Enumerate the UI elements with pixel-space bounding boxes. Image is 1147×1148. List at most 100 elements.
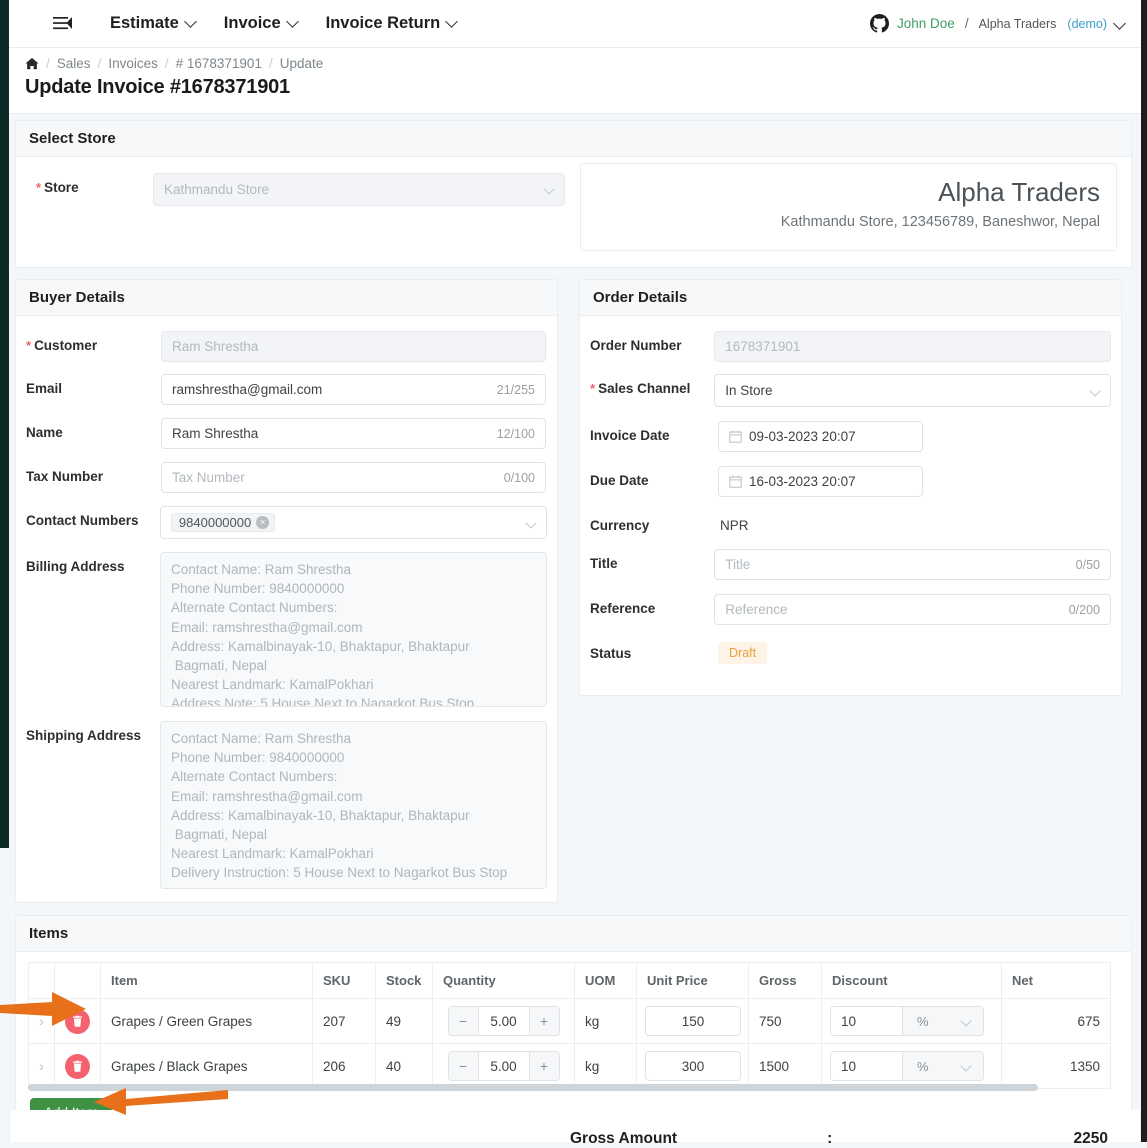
unit-price-input[interactable]: 150: [645, 1006, 741, 1036]
billing-address-textarea[interactable]: [159, 552, 547, 707]
reference-field[interactable]: Reference 0/200: [714, 594, 1111, 625]
breadcrumb-item-invoice-number[interactable]: # 1678371901: [176, 56, 262, 71]
quantity-increment-button[interactable]: +: [528, 1007, 559, 1035]
due-date-label: Due Date: [590, 473, 649, 488]
nav-item-invoice-return-label: Invoice Return: [325, 14, 441, 32]
status-badge: Draft: [718, 642, 768, 664]
col-delete: [54, 962, 101, 999]
gross-amount-colon: :: [827, 1130, 833, 1147]
quantity-stepper[interactable]: − 5.00 +: [447, 1006, 560, 1036]
tax-number-label: Tax Number: [26, 469, 104, 484]
store-select[interactable]: Kathmandu Store: [153, 173, 565, 206]
row-item-name: Grapes / Green Grapes: [100, 998, 313, 1044]
order-number-value: 1678371901: [725, 339, 801, 354]
tax-number-counter: 0/100: [503, 470, 535, 485]
select-store-header: Select Store: [16, 121, 1131, 157]
customer-value: Ram Shrestha: [172, 339, 259, 354]
page-header: / Sales / Invoices / # 1678371901 / Upda…: [9, 48, 1141, 114]
sales-channel-select[interactable]: In Store: [714, 374, 1111, 407]
col-discount: Discount: [821, 962, 1002, 999]
order-number-field: 1678371901: [714, 331, 1111, 362]
discount-input[interactable]: 10: [831, 1007, 903, 1035]
chevron-right-icon[interactable]: ›: [39, 1013, 44, 1029]
row-uom: kg: [574, 998, 637, 1044]
hamburger-menu-icon[interactable]: [42, 16, 82, 31]
row-stock: 49: [375, 998, 433, 1044]
quantity-increment-button[interactable]: +: [528, 1052, 559, 1080]
quantity-value[interactable]: 5.00: [478, 1052, 529, 1080]
nav-item-estimate-label: Estimate: [110, 14, 179, 32]
contact-number-tag: 9840000000 ×: [170, 513, 276, 532]
discount-group[interactable]: 10 %: [830, 1051, 984, 1081]
quantity-decrement-button[interactable]: −: [448, 1052, 479, 1080]
row-delete-cell[interactable]: [54, 998, 101, 1044]
quantity-stepper[interactable]: − 5.00 +: [447, 1051, 560, 1081]
company-name: Alpha Traders: [938, 177, 1100, 207]
page-scrollbar[interactable]: [1141, 0, 1147, 1142]
chevron-right-icon[interactable]: ›: [39, 1058, 44, 1074]
user-name: John Doe: [897, 16, 955, 31]
billing-address-label: Billing Address: [26, 559, 125, 574]
nav-item-estimate[interactable]: Estimate: [110, 14, 196, 33]
items-table-horizontal-scrollbar[interactable]: [28, 1084, 1038, 1091]
title-field[interactable]: Title 0/50: [714, 549, 1111, 580]
table-row: › Grapes / Green Grapes 207 49 − 5.00 + …: [28, 998, 1111, 1044]
shipping-address-label: Shipping Address: [26, 728, 142, 743]
home-icon[interactable]: [25, 57, 39, 70]
chevron-down-icon: [545, 185, 554, 194]
row-quantity-cell: − 5.00 +: [432, 1043, 575, 1089]
remove-tag-icon[interactable]: ×: [256, 516, 270, 529]
customer-label: * Customer: [26, 338, 98, 353]
discount-group[interactable]: 10 %: [830, 1006, 984, 1036]
discount-input[interactable]: 10: [831, 1052, 903, 1080]
totals-section: Gross Amount : 2250: [9, 1110, 1141, 1147]
chevron-down-icon: [186, 17, 196, 27]
nav-item-invoice-return[interactable]: Invoice Return: [326, 14, 458, 33]
name-counter: 12/100: [496, 426, 535, 441]
name-field[interactable]: Ram Shrestha 12/100: [161, 418, 546, 449]
collapsed-sidebar-rail: [0, 0, 9, 848]
row-quantity-cell: − 5.00 +: [432, 998, 575, 1044]
page-title: Update Invoice #1678371901: [25, 76, 290, 98]
trash-icon[interactable]: [65, 1008, 90, 1034]
breadcrumb-item-invoices[interactable]: Invoices: [108, 56, 158, 71]
nav-item-invoice[interactable]: Invoice: [224, 14, 298, 33]
discount-unit-select[interactable]: %: [903, 1007, 983, 1035]
quantity-value[interactable]: 5.00: [478, 1007, 529, 1035]
invoice-date-field[interactable]: 09-03-2023 20:07: [718, 421, 923, 452]
row-uom: kg: [574, 1043, 637, 1089]
breadcrumb-item-update[interactable]: Update: [280, 56, 324, 71]
email-field[interactable]: ramshrestha@gmail.com 21/255: [161, 374, 546, 405]
store-label: * Store: [36, 180, 79, 195]
items-table-header-row: Item SKU Stock Quantity UOM Unit Price G…: [28, 962, 1111, 999]
row-unit-price-cell: 150: [636, 998, 749, 1044]
chevron-down-icon: [447, 17, 457, 27]
unit-price-input[interactable]: 300: [645, 1051, 741, 1081]
reference-label: Reference: [590, 601, 656, 616]
title-label: Title: [590, 556, 618, 571]
shipping-address-textarea[interactable]: [159, 721, 547, 889]
row-net: 675: [1001, 998, 1111, 1044]
quantity-decrement-button[interactable]: −: [448, 1007, 479, 1035]
currency-value: NPR: [720, 518, 749, 533]
breadcrumb-item-sales[interactable]: Sales: [57, 56, 91, 71]
due-date-field[interactable]: 16-03-2023 20:07: [718, 466, 923, 497]
row-expand-cell[interactable]: ›: [28, 998, 55, 1044]
col-quantity: Quantity: [432, 962, 575, 999]
chevron-down-icon: [288, 17, 298, 27]
discount-unit-select[interactable]: %: [903, 1052, 983, 1080]
col-uom: UOM: [574, 962, 637, 999]
trash-icon[interactable]: [65, 1053, 90, 1079]
customer-select[interactable]: Ram Shrestha: [161, 331, 546, 362]
row-sku: 207: [312, 998, 376, 1044]
discount-unit-value: %: [917, 1013, 929, 1029]
tax-number-field[interactable]: Tax Number 0/100: [161, 462, 546, 493]
company-address: Kathmandu Store, 123456789, Baneshwor, N…: [780, 213, 1100, 230]
items-table: Item SKU Stock Quantity UOM Unit Price G…: [28, 962, 1111, 1089]
contact-numbers-select[interactable]: 9840000000 ×: [159, 506, 547, 539]
row-delete-cell[interactable]: [54, 1043, 101, 1089]
user-account-menu[interactable]: John Doe / Alpha Traders (demo): [870, 14, 1125, 33]
row-expand-cell[interactable]: ›: [28, 1043, 55, 1089]
reference-placeholder: Reference: [725, 602, 788, 617]
currency-label: Currency: [590, 518, 650, 533]
